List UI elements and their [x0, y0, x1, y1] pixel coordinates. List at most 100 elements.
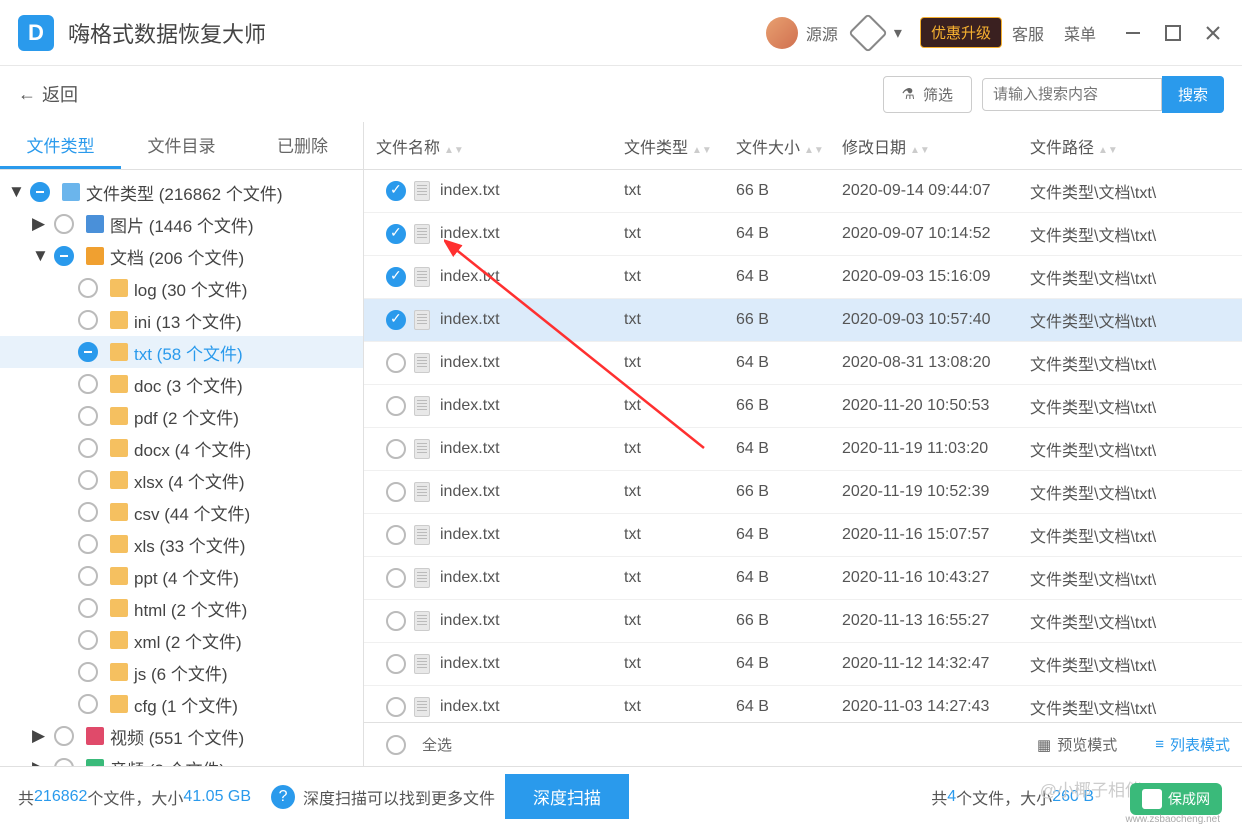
twisty-icon[interactable]: ▶ — [32, 214, 48, 234]
tree-node[interactable]: doc (3 个文件) — [0, 368, 363, 400]
col-header[interactable]: 修改日期▲▼ — [842, 134, 1030, 158]
node-radio[interactable] — [78, 406, 98, 426]
tab-0[interactable]: 文件类型 — [0, 122, 121, 169]
avatar[interactable] — [766, 17, 798, 49]
dropdown-icon[interactable]: ▾ — [894, 23, 902, 43]
col-header[interactable]: 文件路径▲▼ — [1030, 134, 1242, 158]
tree-node[interactable]: ▼文件类型 (216862 个文件) — [0, 176, 363, 208]
table-row[interactable]: index.txttxt64 B2020-09-07 10:14:52文件类型\… — [364, 213, 1242, 256]
table-row[interactable]: index.txttxt64 B2020-11-16 15:07:57文件类型\… — [364, 514, 1242, 557]
service-link[interactable]: 客服 — [1012, 21, 1044, 45]
tree-node[interactable]: log (30 个文件) — [0, 272, 363, 304]
help-icon[interactable]: ? — [271, 785, 295, 809]
node-radio[interactable] — [78, 342, 98, 362]
tree-node[interactable]: ini (13 个文件) — [0, 304, 363, 336]
list-mode-button[interactable]: ≡列表模式 — [1155, 734, 1230, 755]
tree-node[interactable]: xml (2 个文件) — [0, 624, 363, 656]
node-radio[interactable] — [78, 278, 98, 298]
row-checkbox[interactable] — [386, 353, 406, 373]
select-all-checkbox[interactable] — [386, 735, 406, 755]
row-checkbox[interactable] — [386, 439, 406, 459]
table-row[interactable]: index.txttxt66 B2020-11-19 10:52:39文件类型\… — [364, 471, 1242, 514]
node-radio[interactable] — [78, 502, 98, 522]
node-radio[interactable] — [78, 310, 98, 330]
node-radio[interactable] — [78, 662, 98, 682]
row-checkbox[interactable] — [386, 611, 406, 631]
row-checkbox[interactable] — [386, 396, 406, 416]
row-checkbox[interactable] — [386, 482, 406, 502]
table-row[interactable]: index.txttxt66 B2020-11-20 10:50:53文件类型\… — [364, 385, 1242, 428]
col-header[interactable]: 文件类型▲▼ — [624, 134, 736, 158]
table-row[interactable]: index.txttxt66 B2020-11-13 16:55:27文件类型\… — [364, 600, 1242, 643]
sort-icon: ▲▼ — [444, 145, 464, 156]
node-radio[interactable] — [54, 758, 74, 766]
twisty-icon[interactable]: ▶ — [32, 726, 48, 746]
table-row[interactable]: index.txttxt64 B2020-08-31 13:08:20文件类型\… — [364, 342, 1242, 385]
tree-node[interactable]: ▶图片 (1446 个文件) — [0, 208, 363, 240]
search-button[interactable]: 搜索 — [1162, 76, 1224, 113]
tree-node[interactable]: html (2 个文件) — [0, 592, 363, 624]
table-row[interactable]: index.txttxt64 B2020-09-03 15:16:09文件类型\… — [364, 256, 1242, 299]
node-radio[interactable] — [78, 694, 98, 714]
tree-node[interactable]: xls (33 个文件) — [0, 528, 363, 560]
tab-1[interactable]: 文件目录 — [121, 122, 242, 169]
col-header[interactable]: 文件名称▲▼ — [364, 134, 624, 158]
file-type: txt — [624, 698, 736, 716]
node-radio[interactable] — [54, 214, 74, 234]
table-row[interactable]: index.txttxt64 B2020-11-19 11:03:20文件类型\… — [364, 428, 1242, 471]
twisty-icon[interactable]: ▼ — [32, 246, 48, 266]
tree-node[interactable]: ▶音频 (2 个文件) — [0, 752, 363, 766]
row-checkbox[interactable] — [386, 654, 406, 674]
back-button[interactable]: ← 返回 — [18, 81, 78, 107]
node-radio[interactable] — [78, 630, 98, 650]
node-radio[interactable] — [78, 374, 98, 394]
row-checkbox[interactable] — [386, 697, 406, 717]
tree-node[interactable]: ppt (4 个文件) — [0, 560, 363, 592]
row-checkbox[interactable] — [386, 310, 406, 330]
maximize-icon[interactable] — [1162, 22, 1184, 44]
select-all-label[interactable]: 全选 — [422, 734, 452, 755]
preview-mode-button[interactable]: ▦预览模式 — [1037, 734, 1117, 755]
node-radio[interactable] — [78, 438, 98, 458]
node-radio[interactable] — [54, 726, 74, 746]
tree-node[interactable]: docx (4 个文件) — [0, 432, 363, 464]
filter-button[interactable]: ⚗ 筛选 — [883, 76, 972, 113]
node-radio[interactable] — [30, 182, 50, 202]
deep-scan-button[interactable]: 深度扫描 — [505, 774, 629, 819]
table-row[interactable]: index.txttxt66 B2020-09-14 09:44:07文件类型\… — [364, 170, 1242, 213]
close-icon[interactable] — [1202, 22, 1224, 44]
row-checkbox[interactable] — [386, 525, 406, 545]
row-checkbox[interactable] — [386, 224, 406, 244]
row-checkbox[interactable] — [386, 568, 406, 588]
node-radio[interactable] — [78, 470, 98, 490]
tree-node[interactable]: pdf (2 个文件) — [0, 400, 363, 432]
diamond-icon[interactable] — [848, 13, 888, 53]
tab-2[interactable]: 已删除 — [242, 122, 363, 169]
tree-node[interactable]: js (6 个文件) — [0, 656, 363, 688]
node-radio[interactable] — [78, 598, 98, 618]
node-radio[interactable] — [54, 246, 74, 266]
table-row[interactable]: index.txttxt66 B2020-09-03 10:57:40文件类型\… — [364, 299, 1242, 342]
upgrade-button[interactable]: 优惠升级 — [920, 17, 1002, 48]
tree-node[interactable]: ▼文档 (206 个文件) — [0, 240, 363, 272]
table-row[interactable]: index.txttxt64 B2020-11-16 10:43:27文件类型\… — [364, 557, 1242, 600]
tree-node[interactable]: txt (58 个文件) — [0, 336, 363, 368]
node-radio[interactable] — [78, 566, 98, 586]
filter-icon: ⚗ — [902, 85, 915, 103]
twisty-icon[interactable]: ▶ — [32, 758, 48, 766]
row-checkbox[interactable] — [386, 267, 406, 287]
tree-node[interactable]: csv (44 个文件) — [0, 496, 363, 528]
twisty-icon[interactable]: ▼ — [8, 182, 24, 202]
col-header[interactable]: 文件大小▲▼ — [736, 134, 842, 158]
minimize-icon[interactable] — [1122, 22, 1144, 44]
search-input[interactable] — [982, 78, 1162, 111]
menu-link[interactable]: 菜单 — [1064, 21, 1096, 45]
table-row[interactable]: index.txttxt64 B2020-11-12 14:32:47文件类型\… — [364, 643, 1242, 686]
tree-node[interactable]: cfg (1 个文件) — [0, 688, 363, 720]
node-radio[interactable] — [78, 534, 98, 554]
tree-node[interactable]: ▶视频 (551 个文件) — [0, 720, 363, 752]
row-checkbox[interactable] — [386, 181, 406, 201]
table-row[interactable]: index.txttxt64 B2020-11-03 14:27:43文件类型\… — [364, 686, 1242, 722]
username[interactable]: 源源 — [806, 21, 838, 45]
tree-node[interactable]: xlsx (4 个文件) — [0, 464, 363, 496]
